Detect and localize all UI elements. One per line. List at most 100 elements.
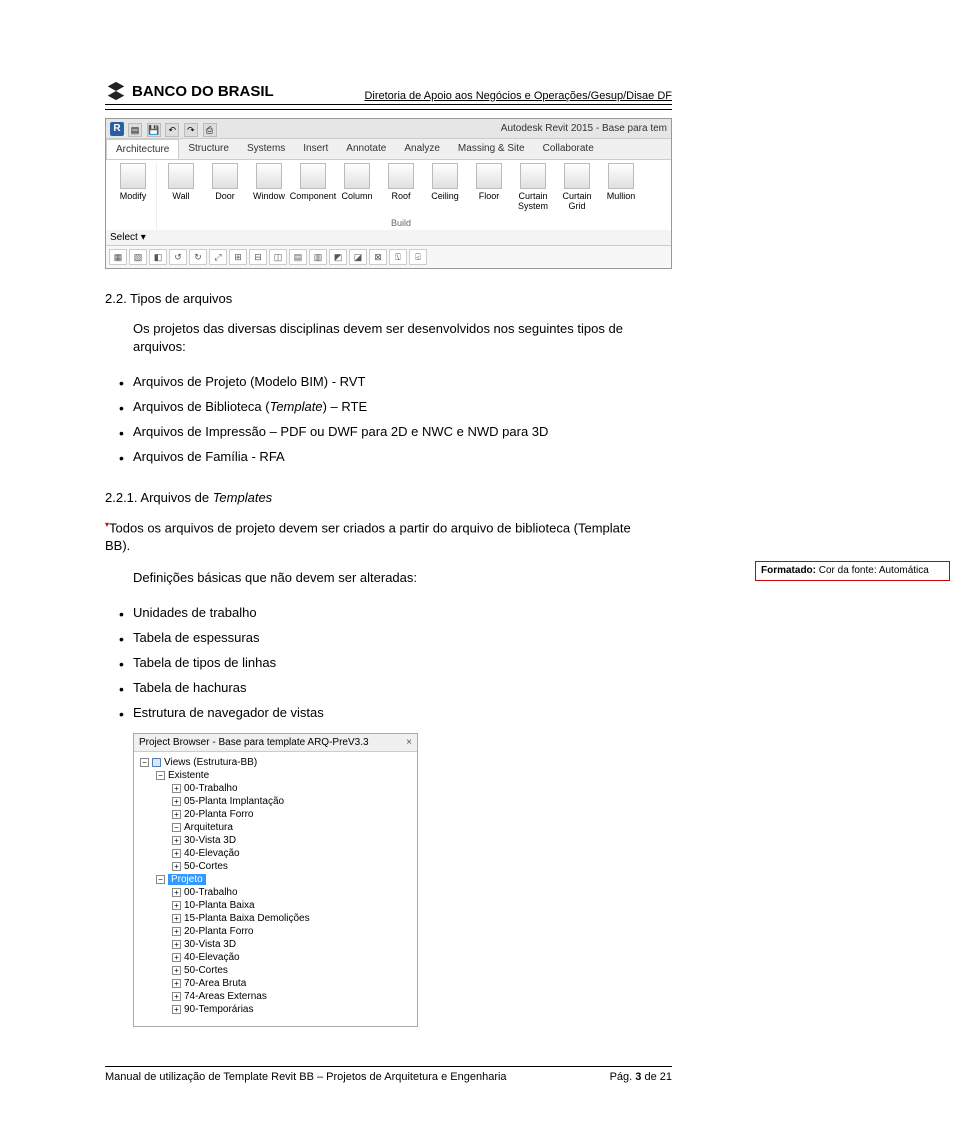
expander-icon[interactable]: + — [172, 1005, 181, 1014]
tree-node[interactable]: +15-Planta Baixa Demolições — [140, 912, 415, 925]
tree-node[interactable]: +00-Trabalho — [140, 782, 415, 795]
expander-icon[interactable]: + — [172, 940, 181, 949]
expander-icon[interactable]: − — [156, 875, 165, 884]
pb-title-text: Project Browser - Base para template ARQ… — [139, 737, 369, 748]
tree-node[interactable]: +50-Cortes — [140, 860, 415, 873]
tree-node[interactable]: +74-Areas Externas — [140, 990, 415, 1003]
tool-label: Mullion — [607, 191, 636, 201]
expander-icon[interactable]: + — [172, 927, 181, 936]
tree-node[interactable]: +10-Planta Baixa — [140, 899, 415, 912]
tool-roof[interactable]: Roof — [381, 163, 421, 211]
tree-node[interactable]: −Projeto — [140, 873, 415, 886]
ib-2[interactable]: ▧ — [129, 249, 147, 265]
ib-11[interactable]: ▥ — [309, 249, 327, 265]
qat-open-icon[interactable]: ▤ — [128, 123, 142, 137]
tool-component[interactable]: Component — [293, 163, 333, 211]
tree-node[interactable]: +30-Vista 3D — [140, 938, 415, 951]
ib-7[interactable]: ⊞ — [229, 249, 247, 265]
ib-5[interactable]: ↻ — [189, 249, 207, 265]
expander-icon[interactable]: + — [172, 901, 181, 910]
tab-collaborate[interactable]: Collaborate — [534, 139, 603, 159]
expander-icon[interactable]: + — [172, 836, 181, 845]
tab-massing-site[interactable]: Massing & Site — [449, 139, 534, 159]
tree-node[interactable]: +20-Planta Forro — [140, 925, 415, 938]
ib-10[interactable]: ▤ — [289, 249, 307, 265]
tool-wall[interactable]: Wall — [161, 163, 201, 211]
expander-icon[interactable]: + — [172, 888, 181, 897]
doc-header: BANCO DO BRASIL Diretoria de Apoio aos N… — [105, 80, 672, 105]
tab-systems[interactable]: Systems — [238, 139, 294, 159]
expander-icon[interactable]: + — [172, 849, 181, 858]
tool-label: Roof — [391, 191, 410, 201]
expander-icon[interactable]: + — [172, 953, 181, 962]
tool-door[interactable]: Door — [205, 163, 245, 211]
close-icon[interactable]: × — [406, 737, 412, 748]
tree-node[interactable]: +90-Temporárias — [140, 1003, 415, 1016]
expander-icon[interactable]: − — [156, 771, 165, 780]
ribbon-group-build: WallDoorWindowComponentColumn Roof Ceiling… — [158, 163, 644, 230]
tree-node[interactable]: +50-Cortes — [140, 964, 415, 977]
expander-icon[interactable]: + — [172, 914, 181, 923]
select-panel[interactable]: Select ▾ — [106, 230, 671, 245]
ib-15[interactable]: ⍂ — [389, 249, 407, 265]
select-label: Select — [110, 232, 138, 243]
tab-annotate[interactable]: Annotate — [337, 139, 395, 159]
expander-icon[interactable]: + — [172, 979, 181, 988]
project-browser-screenshot: Project Browser - Base para template ARQ… — [133, 733, 418, 1027]
qat-redo-icon[interactable]: ↷ — [184, 123, 198, 137]
expander-icon[interactable]: + — [172, 797, 181, 806]
tree-node[interactable]: +40-Elevação — [140, 847, 415, 860]
comment-text: Cor da fonte: Automática — [816, 565, 929, 576]
expander-icon[interactable]: + — [172, 992, 181, 1001]
ib-1[interactable]: ▦ — [109, 249, 127, 265]
ib-4[interactable]: ↺ — [169, 249, 187, 265]
tree-label: Views (Estrutura-BB) — [164, 757, 257, 768]
ib-14[interactable]: ⊠ — [369, 249, 387, 265]
tp-line2: BB). — [105, 538, 130, 553]
ib-3[interactable]: ◧ — [149, 249, 167, 265]
expander-icon[interactable]: + — [172, 966, 181, 975]
list-item: Arquivos de Projeto (Modelo BIM) - RVT — [133, 370, 672, 395]
tool-floor[interactable]: Floor — [469, 163, 509, 211]
tree-node[interactable]: − Views (Estrutura-BB) — [140, 756, 415, 769]
expander-icon[interactable]: + — [172, 784, 181, 793]
tree-node[interactable]: +00-Trabalho — [140, 886, 415, 899]
defs-intro: Definições básicas que não devem ser alt… — [133, 569, 672, 587]
tree-label: Projeto — [168, 874, 206, 885]
sub-num: 2.2.1. Arquivos de — [105, 490, 213, 505]
ib-9[interactable]: ◫ — [269, 249, 287, 265]
expander-icon[interactable]: + — [172, 862, 181, 871]
ribbon: ModifyWallDoorWindowComponentColumn Roof C… — [106, 160, 671, 230]
tool-curtain-system[interactable]: Curtain System — [513, 163, 553, 211]
tree-node[interactable]: −Existente — [140, 769, 415, 782]
tool-modify[interactable]: Modify — [113, 163, 153, 201]
tab-insert[interactable]: Insert — [294, 139, 337, 159]
qat-print-icon[interactable]: ⎙ — [203, 123, 217, 137]
ib-12[interactable]: ◩ — [329, 249, 347, 265]
expander-icon[interactable]: − — [140, 758, 149, 767]
tool-curtain-grid[interactable]: Curtain Grid — [557, 163, 597, 211]
tool-label: Component — [290, 191, 337, 201]
tree-node[interactable]: +20-Planta Forro — [140, 808, 415, 821]
expander-icon[interactable]: + — [172, 810, 181, 819]
tree-node[interactable]: +30-Vista 3D — [140, 834, 415, 847]
ib-13[interactable]: ◪ — [349, 249, 367, 265]
tree-node[interactable]: +05-Planta Implantação — [140, 795, 415, 808]
qat-undo-icon[interactable]: ↶ — [165, 123, 179, 137]
tab-analyze[interactable]: Analyze — [395, 139, 449, 159]
tree-label: 00-Trabalho — [184, 887, 238, 898]
tab-architecture[interactable]: Architecture — [106, 139, 179, 159]
tree-node[interactable]: +70-Area Bruta — [140, 977, 415, 990]
tree-node[interactable]: +40-Elevação — [140, 951, 415, 964]
qat-save-icon[interactable]: 💾 — [147, 123, 161, 137]
tool-window[interactable]: Window — [249, 163, 289, 211]
ib-8[interactable]: ⊟ — [249, 249, 267, 265]
expander-icon[interactable]: − — [172, 823, 181, 832]
ib-16[interactable]: ⍃ — [409, 249, 427, 265]
tool-mullion[interactable]: Mullion — [601, 163, 641, 211]
ib-6[interactable]: ⤢ — [209, 249, 227, 265]
tool-ceiling[interactable]: Ceiling — [425, 163, 465, 211]
tool-column[interactable]: Column — [337, 163, 377, 211]
tree-node[interactable]: −Arquitetura — [140, 821, 415, 834]
tab-structure[interactable]: Structure — [179, 139, 238, 159]
